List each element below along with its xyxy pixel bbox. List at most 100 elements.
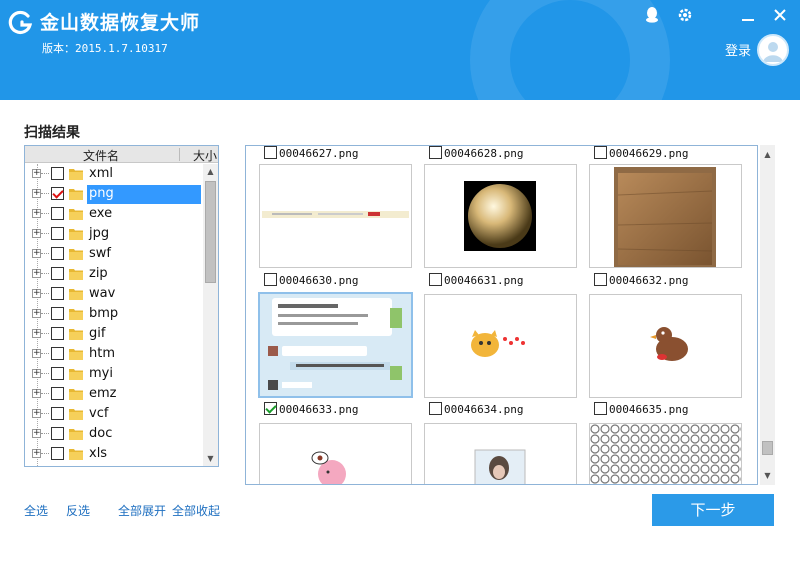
file-checkbox[interactable] (264, 273, 277, 286)
expand-icon[interactable]: + (32, 269, 41, 278)
expand-icon[interactable]: + (32, 309, 41, 318)
file-thumbnail[interactable] (424, 423, 577, 484)
scroll-up-icon[interactable]: ▲ (203, 164, 218, 179)
tree-scrollbar[interactable]: ▲ ▼ (203, 164, 218, 466)
tree-item-checkbox[interactable] (51, 207, 64, 220)
tree-item[interactable]: + myi (25, 364, 203, 384)
expand-icon[interactable]: + (32, 349, 41, 358)
tree-item[interactable]: + xls (25, 444, 203, 464)
tree-item[interactable]: + wav (25, 284, 203, 304)
expand-icon[interactable]: + (32, 249, 41, 258)
tree-item[interactable]: + htm (25, 344, 203, 364)
tree-item[interactable]: + swf (25, 244, 203, 264)
tree-item[interactable]: + gif (25, 324, 203, 344)
file-caption[interactable]: 00046633.png (264, 400, 358, 416)
banner-thumbnail (262, 211, 409, 218)
file-thumbnail[interactable] (259, 423, 412, 484)
expand-icon[interactable]: + (32, 369, 41, 378)
grid-scrollbar[interactable]: ▲ ▼ (760, 145, 775, 485)
file-thumbnail[interactable] (589, 164, 742, 268)
tree-item-checkbox[interactable] (51, 287, 64, 300)
tree-item-label: xls (89, 446, 108, 461)
tree-item-checkbox[interactable] (51, 367, 64, 380)
file-caption[interactable]: 00046634.png (429, 400, 523, 416)
expand-icon[interactable]: + (32, 449, 41, 458)
scroll-down-icon[interactable]: ▼ (203, 451, 218, 466)
tree-item[interactable]: + png (25, 184, 203, 204)
login-link[interactable]: 登录 (725, 40, 751, 59)
tree-item[interactable]: + xml (25, 164, 203, 184)
file-checkbox[interactable] (594, 146, 607, 159)
file-caption[interactable]: 00046630.png (264, 271, 358, 287)
scroll-thumb[interactable] (205, 181, 216, 283)
expand-icon[interactable]: + (32, 289, 41, 298)
file-checkbox[interactable] (594, 402, 607, 415)
qq-icon[interactable] (642, 5, 662, 25)
file-checkbox[interactable] (429, 402, 442, 415)
tree-item-checkbox[interactable] (51, 307, 64, 320)
tree-connector (41, 353, 49, 354)
file-type-tree[interactable]: 文件名 大小 + xml + png + exe + jpg + swf + zip + wav + bmp +… (24, 145, 219, 467)
tree-item[interactable]: + doc (25, 424, 203, 444)
expand-icon[interactable]: + (32, 329, 41, 338)
file-checkbox-checked[interactable] (264, 402, 277, 415)
cartoon-girl-thumbnail (311, 451, 346, 484)
expand-icon[interactable]: + (32, 229, 41, 238)
tree-item[interactable]: + emz (25, 384, 203, 404)
file-caption[interactable]: 00046627.png (264, 146, 358, 160)
tree-item[interactable]: + exe (25, 204, 203, 224)
select-all-link[interactable]: 全选 (24, 502, 48, 519)
tree-item-checkbox[interactable] (51, 267, 64, 280)
file-caption[interactable]: 00046629.png (594, 146, 688, 160)
tree-item-checkbox[interactable] (51, 387, 64, 400)
file-caption[interactable]: 00046635.png (594, 400, 688, 416)
file-checkbox[interactable] (594, 273, 607, 286)
file-checkbox[interactable] (264, 146, 277, 159)
tree-item-checkbox[interactable] (51, 227, 64, 240)
scroll-thumb[interactable] (762, 441, 773, 455)
expand-icon[interactable]: + (32, 429, 41, 438)
expand-icon[interactable]: + (32, 409, 41, 418)
file-preview-grid[interactable]: 00046627.png 00046628.png 00046629.png 0… (245, 145, 758, 485)
file-thumbnail[interactable] (589, 294, 742, 398)
minimize-icon[interactable] (738, 5, 758, 25)
file-thumbnail[interactable] (589, 423, 742, 484)
file-checkbox[interactable] (429, 146, 442, 159)
scroll-down-icon[interactable]: ▼ (760, 468, 775, 483)
column-name-header[interactable]: 文件名 (83, 147, 119, 164)
next-button[interactable]: 下一步 (652, 494, 774, 526)
expand-all-link[interactable]: 全部展开 (118, 502, 166, 519)
tree-item-checkbox[interactable] (51, 407, 64, 420)
file-thumbnail-selected[interactable] (258, 292, 413, 398)
file-checkbox[interactable] (429, 273, 442, 286)
tree-item-checkbox[interactable] (51, 247, 64, 260)
tree-connector (41, 193, 49, 194)
file-caption[interactable]: 00046632.png (594, 271, 688, 287)
tree-item-checkbox[interactable] (51, 327, 64, 340)
tree-item-checkbox[interactable] (51, 347, 64, 360)
avatar[interactable] (757, 34, 789, 66)
expand-icon[interactable]: + (32, 389, 41, 398)
expand-icon[interactable]: + (32, 209, 41, 218)
file-thumbnail[interactable] (424, 294, 577, 398)
file-caption[interactable]: 00046628.png (429, 146, 523, 160)
gear-icon[interactable] (675, 5, 695, 25)
column-size-header[interactable]: 大小 (193, 147, 217, 164)
expand-icon[interactable]: + (32, 189, 41, 198)
tree-item[interactable]: + zip (25, 264, 203, 284)
expand-icon[interactable]: + (32, 169, 41, 178)
tree-item-checkbox[interactable] (51, 427, 64, 440)
tree-item[interactable]: + bmp (25, 304, 203, 324)
file-caption[interactable]: 00046631.png (429, 271, 523, 287)
tree-item[interactable]: + jpg (25, 224, 203, 244)
tree-item-checkbox[interactable] (51, 187, 64, 200)
tree-item-checkbox[interactable] (51, 447, 64, 460)
invert-selection-link[interactable]: 反选 (66, 502, 90, 519)
file-thumbnail[interactable] (259, 164, 412, 268)
close-icon[interactable] (770, 5, 790, 25)
collapse-all-link[interactable]: 全部收起 (172, 502, 220, 519)
scroll-up-icon[interactable]: ▲ (760, 147, 775, 162)
file-thumbnail[interactable] (424, 164, 577, 268)
tree-item-checkbox[interactable] (51, 167, 64, 180)
tree-item[interactable]: + vcf (25, 404, 203, 424)
